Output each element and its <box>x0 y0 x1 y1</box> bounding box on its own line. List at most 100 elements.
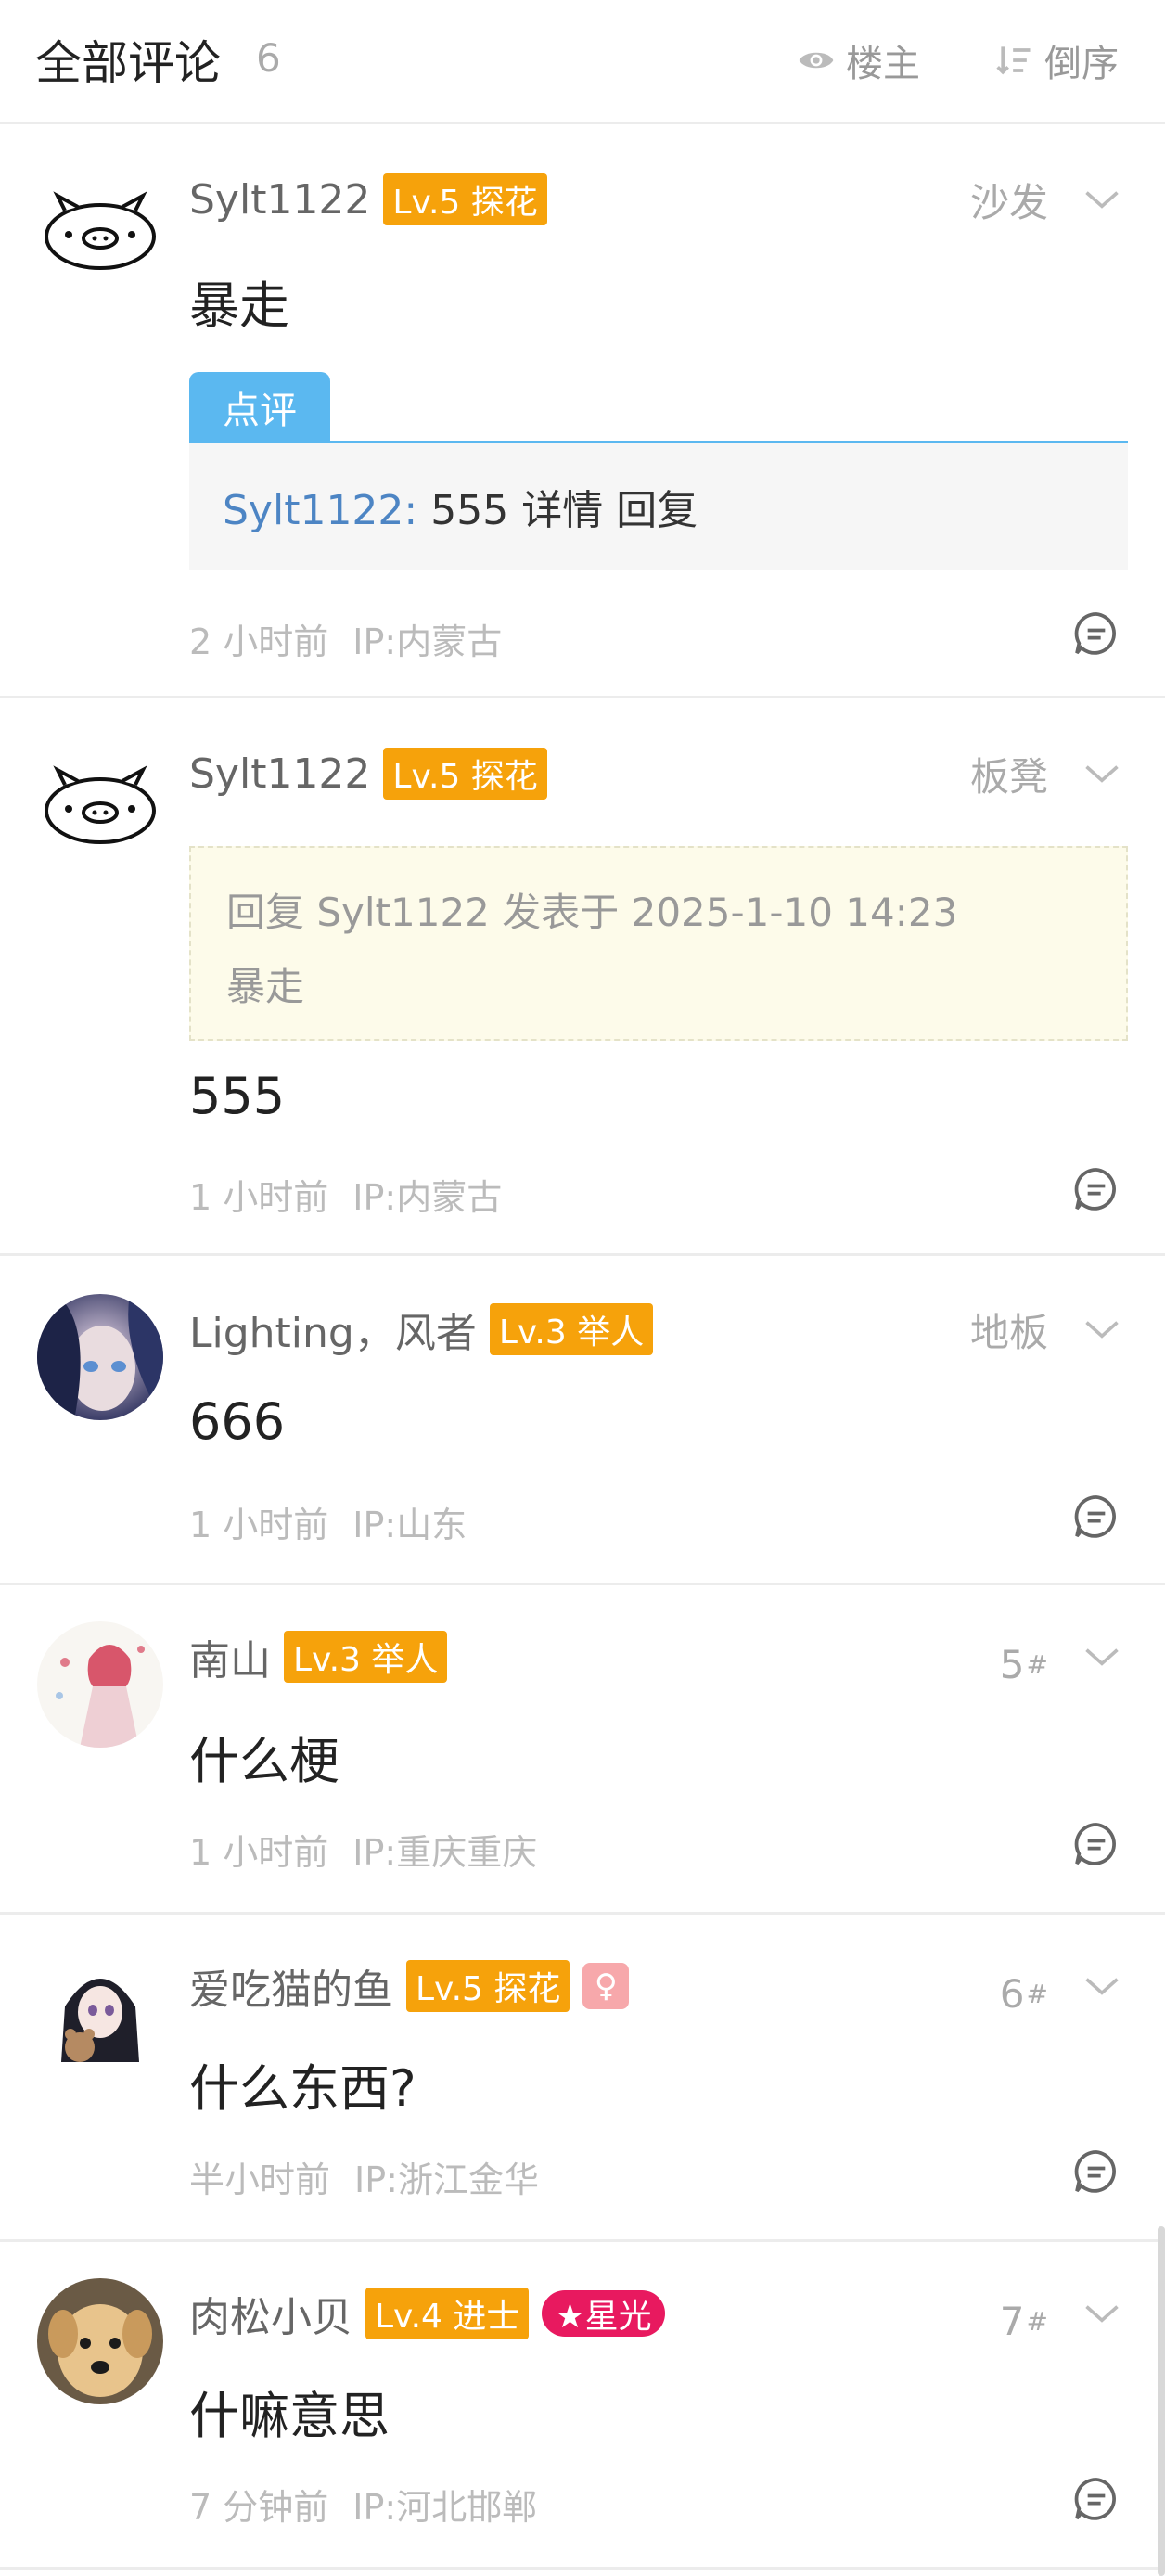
avatar[interactable] <box>37 1951 163 2077</box>
comment-item: 南山 Lv.3 举人 5 # 什么梗 1 小时前 IP:重庆重庆 <box>0 1588 1165 1915</box>
comment-content: 555 <box>189 1067 286 1125</box>
username[interactable]: 肉松小贝 <box>189 2284 352 2343</box>
floor-mark: # <box>1026 1978 1048 2009</box>
comment-bubble-icon[interactable] <box>1070 2146 1122 2198</box>
floor-mark: # <box>1026 1648 1048 1680</box>
comment-time: 1 小时前 <box>189 1505 329 1545</box>
comment-bubble-icon[interactable] <box>1070 2473 1122 2525</box>
comment-bubble-icon[interactable] <box>1070 608 1122 660</box>
comment-content: 什嘛意思 <box>189 2387 390 2445</box>
floor-label: 沙发 <box>969 179 1048 225</box>
comment-time: 1 小时前 <box>189 1177 329 1218</box>
comment-bubble-icon[interactable] <box>1070 1818 1122 1870</box>
review-username[interactable]: Sylt1122: <box>223 487 417 534</box>
owner-only-button[interactable]: 楼主 <box>796 33 920 87</box>
avatar[interactable] <box>37 1294 163 1420</box>
comment-bubble-icon[interactable] <box>1070 1491 1122 1543</box>
comment-ip: IP:河北邯郸 <box>352 2487 538 2528</box>
comment-item: 爱吃猫的鱼 Lv.5 探花 ♀ 6 # 什么东西? 半小时前 IP:浙江金华 <box>0 1917 1165 2242</box>
comment-ip: IP:山东 <box>352 1505 467 1545</box>
floor-label: 板凳 <box>969 753 1048 800</box>
comment-meta: 1 小时前 IP:山东 <box>189 1496 467 1547</box>
avatar[interactable] <box>37 2278 163 2404</box>
comment-time: 半小时前 <box>189 2159 331 2200</box>
user-row: Sylt1122 Lv.5 探花 <box>189 748 547 800</box>
level-badge: Lv.5 探花 <box>383 173 547 225</box>
comment-item: Sylt1122 Lv.5 探花 沙发 暴走 点评 Sylt1122: 555 … <box>0 127 1165 698</box>
anime-girl-avatar-icon <box>37 1294 163 1420</box>
floor-label: 6 # <box>999 1970 1048 2017</box>
comment-meta: 1 小时前 IP:重庆重庆 <box>189 1824 537 1875</box>
comment-time: 1 小时前 <box>189 1832 329 1873</box>
review-tab: 点评 <box>189 372 330 442</box>
illustrated-girl-avatar-icon <box>37 1621 163 1748</box>
sort-button[interactable]: 倒序 <box>994 33 1119 87</box>
avatar[interactable] <box>37 738 163 865</box>
comment-ip: IP:内蒙古 <box>352 1177 503 1218</box>
comment-meta: 半小时前 IP:浙江金华 <box>189 2151 539 2202</box>
chevron-down-icon[interactable] <box>1082 1966 1122 2006</box>
comment-time: 7 分钟前 <box>189 2487 329 2528</box>
scrollbar[interactable] <box>1158 2226 1165 2576</box>
level-badge: Lv.5 探花 <box>383 748 547 800</box>
avatar[interactable] <box>37 164 163 290</box>
comment-item: Lighting，风者 Lv.3 举人 地板 666 1 小时前 IP:山东 <box>0 1259 1165 1585</box>
user-row: 南山 Lv.3 举人 <box>189 1631 448 1685</box>
comment-bubble-icon[interactable] <box>1070 1163 1122 1215</box>
quote-text: 暴走 <box>226 964 305 1009</box>
username[interactable]: Sylt1122 <box>189 750 370 798</box>
review-box: 点评 Sylt1122: 555 详情 回复 <box>189 372 1128 570</box>
floor-mark: # <box>1026 2305 1048 2337</box>
quote-header: 回复 Sylt1122 发表于 2025-1-10 14:23 <box>226 890 958 935</box>
comment-item: Sylt1122 Lv.5 探花 板凳 回复 Sylt1122 发表于 2025… <box>0 701 1165 1256</box>
username[interactable]: Sylt1122 <box>189 176 370 224</box>
dog-avatar-icon <box>37 2278 163 2404</box>
comment-meta: 2 小时前 IP:内蒙古 <box>189 613 502 664</box>
chevron-down-icon[interactable] <box>1082 1636 1122 1677</box>
floor-label: 地板 <box>969 1309 1048 1355</box>
comment-content: 什么梗 <box>189 1732 339 1790</box>
floor-label: 7 # <box>999 2298 1048 2344</box>
level-badge: Lv.4 进士 <box>365 2288 530 2339</box>
comment-content: 暴走 <box>189 276 289 335</box>
review-text[interactable]: 555 详情 回复 <box>417 487 698 534</box>
username[interactable]: Lighting，风者 <box>189 1300 477 1359</box>
star-badge: ★星光 <box>542 2290 665 2337</box>
avatar[interactable] <box>37 1621 163 1748</box>
comments-header: 全部评论 6 楼主 倒序 <box>0 0 1165 124</box>
anime-girl-with-bear-avatar-icon <box>37 1951 163 2077</box>
quoted-reply[interactable]: 回复 Sylt1122 发表于 2025-1-10 14:23 暴走 <box>189 846 1128 1041</box>
female-gender-badge: ♀ <box>582 1963 630 2009</box>
username[interactable]: 南山 <box>189 1627 271 1686</box>
username[interactable]: 爱吃猫的鱼 <box>189 1956 393 2016</box>
comment-ip: IP:浙江金华 <box>354 2159 539 2200</box>
chevron-down-icon[interactable] <box>1082 179 1122 220</box>
user-row: 肉松小贝 Lv.4 进士 ★星光 <box>189 2288 665 2341</box>
comment-time: 2 小时前 <box>189 622 329 662</box>
sort-desc-icon <box>996 46 1031 75</box>
comment-ip: IP:重庆重庆 <box>352 1832 538 1873</box>
chevron-down-icon[interactable] <box>1082 2293 1122 2334</box>
pig-avatar-icon <box>37 164 163 290</box>
comment-content: 666 <box>189 1392 286 1451</box>
header-title: 全部评论 <box>35 36 221 90</box>
user-row: Lighting，风者 Lv.3 举人 <box>189 1303 654 1357</box>
sort-label: 倒序 <box>1044 43 1119 85</box>
comment-ip: IP:内蒙古 <box>352 622 503 662</box>
comment-meta: 1 小时前 IP:内蒙古 <box>189 1169 502 1220</box>
user-row: 爱吃猫的鱼 Lv.5 探花 ♀ <box>189 1960 630 2014</box>
user-row: Sylt1122 Lv.5 探花 <box>189 173 547 225</box>
comment-content: 什么东西? <box>189 2059 416 2118</box>
pig-avatar-icon <box>37 738 163 865</box>
floor-label: 5 # <box>999 1641 1048 1687</box>
chevron-down-icon[interactable] <box>1082 753 1122 794</box>
level-badge: Lv.5 探花 <box>406 1960 570 2012</box>
chevron-down-icon[interactable] <box>1082 1309 1122 1350</box>
owner-only-label: 楼主 <box>846 43 920 85</box>
comment-meta: 7 分钟前 IP:河北邯郸 <box>189 2479 537 2530</box>
review-body: Sylt1122: 555 详情 回复 <box>189 443 1128 570</box>
level-badge: Lv.3 举人 <box>284 1631 448 1683</box>
eye-icon <box>799 52 834 69</box>
comment-count: 6 <box>256 35 281 81</box>
level-badge: Lv.3 举人 <box>489 1303 654 1355</box>
